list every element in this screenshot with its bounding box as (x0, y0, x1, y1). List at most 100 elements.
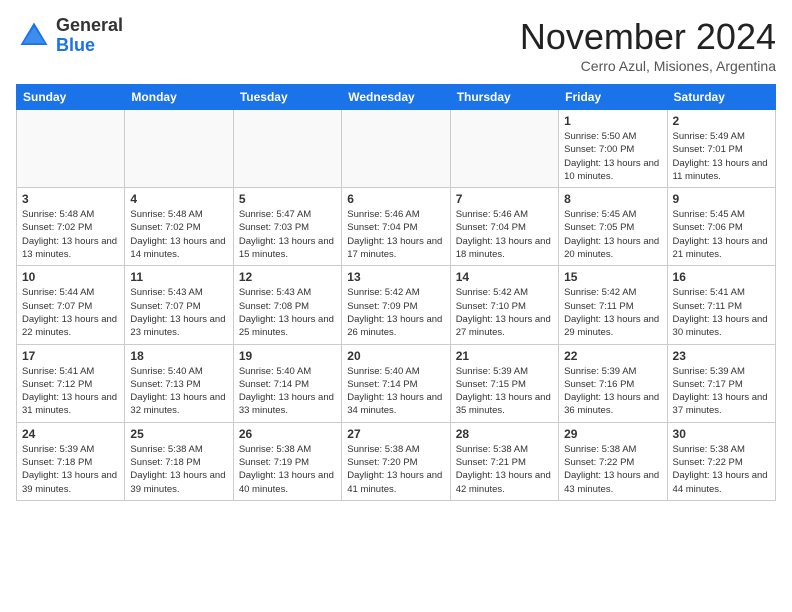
weekday-header-row: SundayMondayTuesdayWednesdayThursdayFrid… (17, 85, 776, 110)
day-cell-13: 13 Sunrise: 5:42 AMSunset: 7:09 PMDayligh… (342, 266, 450, 344)
day-info: Sunrise: 5:49 AMSunset: 7:01 PMDaylight:… (673, 130, 770, 183)
day-number: 23 (673, 349, 770, 363)
day-info: Sunrise: 5:39 AMSunset: 7:16 PMDaylight:… (564, 365, 661, 418)
day-number: 19 (239, 349, 336, 363)
day-cell-18: 18 Sunrise: 5:40 AMSunset: 7:13 PMDayligh… (125, 344, 233, 422)
day-info: Sunrise: 5:45 AMSunset: 7:06 PMDaylight:… (673, 208, 770, 261)
logo: General Blue (16, 16, 123, 56)
day-number: 3 (22, 192, 119, 206)
day-info: Sunrise: 5:39 AMSunset: 7:17 PMDaylight:… (673, 365, 770, 418)
week-row-3: 10 Sunrise: 5:44 AMSunset: 7:07 PMDayligh… (17, 266, 776, 344)
day-cell-12: 12 Sunrise: 5:43 AMSunset: 7:08 PMDayligh… (233, 266, 341, 344)
day-number: 28 (456, 427, 553, 441)
week-row-2: 3 Sunrise: 5:48 AMSunset: 7:02 PMDaylight… (17, 188, 776, 266)
day-cell-26: 26 Sunrise: 5:38 AMSunset: 7:19 PMDayligh… (233, 422, 341, 500)
weekday-header-friday: Friday (559, 85, 667, 110)
day-number: 12 (239, 270, 336, 284)
logo-icon (16, 18, 52, 54)
day-info: Sunrise: 5:42 AMSunset: 7:09 PMDaylight:… (347, 286, 444, 339)
day-number: 25 (130, 427, 227, 441)
day-cell-9: 9 Sunrise: 5:45 AMSunset: 7:06 PMDaylight… (667, 188, 775, 266)
month-title: November 2024 (520, 16, 776, 58)
day-info: Sunrise: 5:41 AMSunset: 7:12 PMDaylight:… (22, 365, 119, 418)
day-cell-1: 1 Sunrise: 5:50 AMSunset: 7:00 PMDaylight… (559, 110, 667, 188)
day-cell-8: 8Sunrise: 5:45 AMSunset: 7:05 PMDaylight… (559, 188, 667, 266)
location-subtitle: Cerro Azul, Misiones, Argentina (520, 58, 776, 74)
day-info: Sunrise: 5:40 AMSunset: 7:13 PMDaylight:… (130, 365, 227, 418)
weekday-header-monday: Monday (125, 85, 233, 110)
day-info: Sunrise: 5:50 AMSunset: 7:00 PMDaylight:… (564, 130, 661, 183)
day-info: Sunrise: 5:40 AMSunset: 7:14 PMDaylight:… (347, 365, 444, 418)
day-number: 13 (347, 270, 444, 284)
day-info: Sunrise: 5:43 AMSunset: 7:07 PMDaylight:… (130, 286, 227, 339)
day-info: Sunrise: 5:44 AMSunset: 7:07 PMDaylight:… (22, 286, 119, 339)
logo-blue: Blue (56, 35, 95, 55)
day-cell-24: 24 Sunrise: 5:39 AMSunset: 7:18 PMDayligh… (17, 422, 125, 500)
day-cell-28: 28 Sunrise: 5:38 AMSunset: 7:21 PMDayligh… (450, 422, 558, 500)
day-number: 2 (673, 114, 770, 128)
day-cell-22: 22 Sunrise: 5:39 AMSunset: 7:16 PMDayligh… (559, 344, 667, 422)
empty-cell (450, 110, 558, 188)
day-number: 21 (456, 349, 553, 363)
empty-cell (233, 110, 341, 188)
day-cell-4: 4Sunrise: 5:48 AMSunset: 7:02 PMDaylight… (125, 188, 233, 266)
day-cell-7: 7Sunrise: 5:46 AMSunset: 7:04 PMDaylight… (450, 188, 558, 266)
day-number: 30 (673, 427, 770, 441)
weekday-header-sunday: Sunday (17, 85, 125, 110)
day-cell-23: 23 Sunrise: 5:39 AMSunset: 7:17 PMDayligh… (667, 344, 775, 422)
day-number: 6 (347, 192, 444, 206)
empty-cell (125, 110, 233, 188)
page-header: General Blue November 2024 Cerro Azul, M… (16, 16, 776, 74)
day-cell-3: 3 Sunrise: 5:48 AMSunset: 7:02 PMDaylight… (17, 188, 125, 266)
day-number: 17 (22, 349, 119, 363)
day-info: Sunrise: 5:48 AMSunset: 7:02 PMDaylight:… (22, 208, 119, 261)
day-cell-6: 6 Sunrise: 5:46 AMSunset: 7:04 PMDaylight… (342, 188, 450, 266)
day-info: Sunrise: 5:43 AMSunset: 7:08 PMDaylight:… (239, 286, 336, 339)
day-info: Sunrise: 5:38 AMSunset: 7:19 PMDaylight:… (239, 443, 336, 496)
day-cell-25: 25Sunrise: 5:38 AMSunset: 7:18 PMDayligh… (125, 422, 233, 500)
day-info: Sunrise: 5:47 AMSunset: 7:03 PMDaylight:… (239, 208, 336, 261)
day-cell-2: 2 Sunrise: 5:49 AMSunset: 7:01 PMDaylight… (667, 110, 775, 188)
day-cell-27: 27Sunrise: 5:38 AMSunset: 7:20 PMDayligh… (342, 422, 450, 500)
day-number: 24 (22, 427, 119, 441)
day-info: Sunrise: 5:46 AMSunset: 7:04 PMDaylight:… (347, 208, 444, 261)
day-number: 5 (239, 192, 336, 206)
day-cell-20: 20 Sunrise: 5:40 AMSunset: 7:14 PMDayligh… (342, 344, 450, 422)
day-number: 26 (239, 427, 336, 441)
day-info: Sunrise: 5:39 AMSunset: 7:15 PMDaylight:… (456, 365, 553, 418)
day-cell-14: 14Sunrise: 5:42 AMSunset: 7:10 PMDayligh… (450, 266, 558, 344)
day-number: 22 (564, 349, 661, 363)
day-number: 18 (130, 349, 227, 363)
calendar-table: SundayMondayTuesdayWednesdayThursdayFrid… (16, 84, 776, 501)
title-block: November 2024 Cerro Azul, Misiones, Arge… (520, 16, 776, 74)
day-number: 9 (673, 192, 770, 206)
empty-cell (17, 110, 125, 188)
day-number: 1 (564, 114, 661, 128)
day-number: 16 (673, 270, 770, 284)
day-number: 10 (22, 270, 119, 284)
week-row-4: 17 Sunrise: 5:41 AMSunset: 7:12 PMDayligh… (17, 344, 776, 422)
day-number: 29 (564, 427, 661, 441)
day-number: 14 (456, 270, 553, 284)
day-number: 20 (347, 349, 444, 363)
day-number: 8 (564, 192, 661, 206)
day-info: Sunrise: 5:42 AMSunset: 7:11 PMDaylight:… (564, 286, 661, 339)
day-cell-15: 15Sunrise: 5:42 AMSunset: 7:11 PMDayligh… (559, 266, 667, 344)
day-cell-10: 10 Sunrise: 5:44 AMSunset: 7:07 PMDayligh… (17, 266, 125, 344)
day-info: Sunrise: 5:40 AMSunset: 7:14 PMDaylight:… (239, 365, 336, 418)
day-info: Sunrise: 5:39 AMSunset: 7:18 PMDaylight:… (22, 443, 119, 496)
weekday-header-tuesday: Tuesday (233, 85, 341, 110)
day-number: 7 (456, 192, 553, 206)
day-cell-19: 19 Sunrise: 5:40 AMSunset: 7:14 PMDayligh… (233, 344, 341, 422)
day-cell-17: 17 Sunrise: 5:41 AMSunset: 7:12 PMDayligh… (17, 344, 125, 422)
day-number: 11 (130, 270, 227, 284)
weekday-header-saturday: Saturday (667, 85, 775, 110)
day-info: Sunrise: 5:38 AMSunset: 7:21 PMDaylight:… (456, 443, 553, 496)
day-cell-11: 11 Sunrise: 5:43 AMSunset: 7:07 PMDayligh… (125, 266, 233, 344)
week-row-1: 1 Sunrise: 5:50 AMSunset: 7:00 PMDaylight… (17, 110, 776, 188)
day-cell-21: 21 Sunrise: 5:39 AMSunset: 7:15 PMDayligh… (450, 344, 558, 422)
week-row-5: 24 Sunrise: 5:39 AMSunset: 7:18 PMDayligh… (17, 422, 776, 500)
day-cell-29: 29Sunrise: 5:38 AMSunset: 7:22 PMDayligh… (559, 422, 667, 500)
day-info: Sunrise: 5:38 AMSunset: 7:22 PMDaylight:… (673, 443, 770, 496)
day-info: Sunrise: 5:48 AMSunset: 7:02 PMDaylight:… (130, 208, 227, 261)
